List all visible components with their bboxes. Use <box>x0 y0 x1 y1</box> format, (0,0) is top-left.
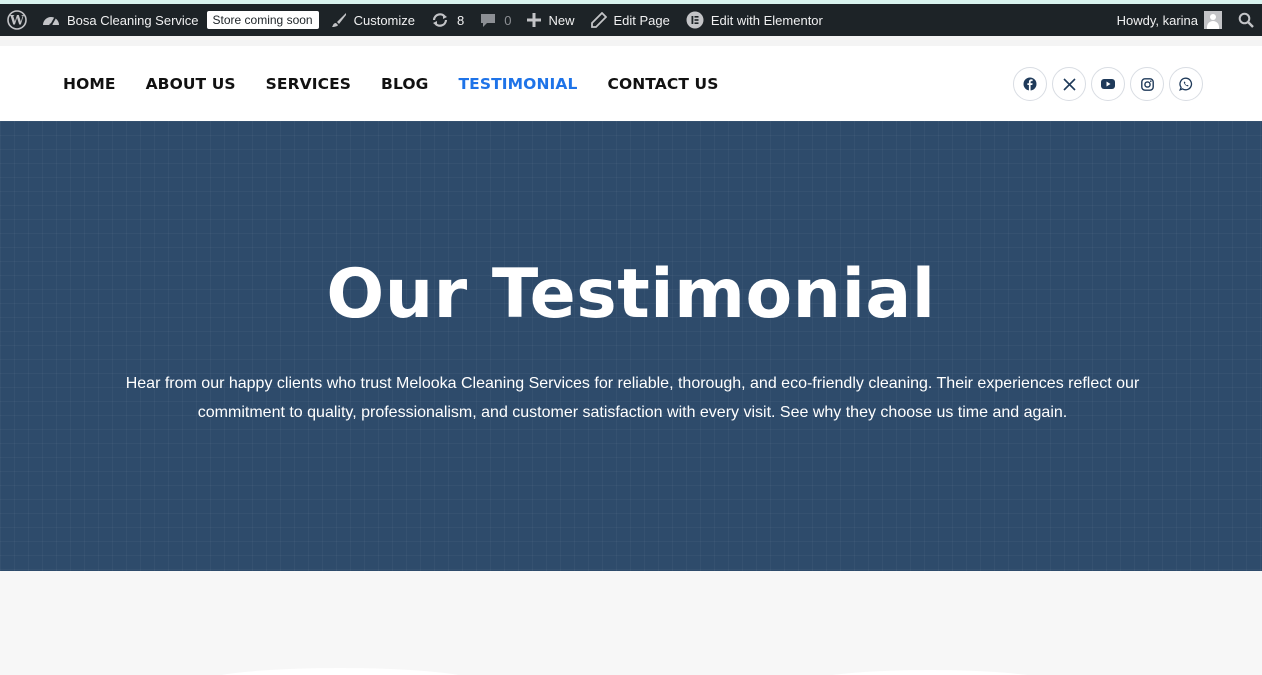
youtube-link[interactable] <box>1091 67 1125 101</box>
comment-bubble-icon <box>481 14 496 27</box>
my-account-menu[interactable]: Howdy, karina <box>1109 4 1230 36</box>
edit-with-elementor-link[interactable]: Edit with Elementor <box>678 4 831 36</box>
comments-count: 0 <box>504 12 512 28</box>
site-header: HOME ABOUT US SERVICES BLOG TESTIMONIAL … <box>0 46 1262 121</box>
pencil-icon <box>590 12 607 28</box>
comments-link[interactable]: 0 <box>472 4 519 36</box>
testimonial-content-area <box>0 571 1262 675</box>
updates-link[interactable]: 8 <box>423 4 472 36</box>
edit-elementor-label: Edit with Elementor <box>710 12 823 28</box>
wordpress-logo-menu[interactable]: W <box>0 4 34 36</box>
decorative-curve <box>200 668 480 675</box>
whatsapp-icon <box>1179 77 1193 91</box>
social-links <box>1008 67 1203 101</box>
customize-link[interactable]: Customize <box>323 4 423 36</box>
x-twitter-link[interactable] <box>1052 67 1086 101</box>
new-label: New <box>548 12 575 28</box>
nav-blog[interactable]: BLOG <box>381 75 428 93</box>
instagram-icon <box>1140 77 1154 91</box>
wordpress-icon: W <box>7 10 27 30</box>
instagram-link[interactable] <box>1130 67 1164 101</box>
site-name-label: Bosa Cleaning Service <box>67 12 199 28</box>
wp-admin-bar: W Bosa Cleaning Service Store coming soo… <box>0 4 1262 36</box>
page-title: Our Testimonial <box>326 255 936 334</box>
nav-contact-us[interactable]: CONTACT US <box>607 75 718 93</box>
nav-home[interactable]: HOME <box>63 75 116 93</box>
updates-count: 8 <box>457 12 465 28</box>
elementor-icon <box>686 11 704 29</box>
site-name-menu[interactable]: Bosa Cleaning Service <box>34 4 207 36</box>
x-icon <box>1062 77 1076 91</box>
hero-description: Hear from our happy clients who trust Me… <box>125 375 1140 421</box>
search-icon <box>1238 12 1254 28</box>
facebook-icon <box>1023 77 1037 91</box>
plus-icon <box>527 13 542 27</box>
store-coming-soon-badge[interactable]: Store coming soon <box>206 11 319 29</box>
new-content-menu[interactable]: New <box>519 4 582 36</box>
whatsapp-link[interactable] <box>1169 67 1203 101</box>
nav-about-us[interactable]: ABOUT US <box>146 75 236 93</box>
svg-text:W: W <box>9 14 25 29</box>
admin-search-button[interactable] <box>1230 4 1262 36</box>
howdy-label: Howdy, karina <box>1116 12 1198 28</box>
testimonial-hero: Our Testimonial Hear from our happy clie… <box>0 121 1262 571</box>
main-navigation: HOME ABOUT US SERVICES BLOG TESTIMONIAL … <box>63 46 748 121</box>
youtube-icon <box>1101 79 1115 89</box>
avatar <box>1204 11 1222 29</box>
paintbrush-icon <box>331 13 346 27</box>
header-gap <box>0 36 1262 46</box>
nav-testimonial[interactable]: TESTIMONIAL <box>458 75 577 93</box>
nav-services[interactable]: SERVICES <box>266 75 351 93</box>
updates-refresh-icon <box>432 13 448 27</box>
facebook-link[interactable] <box>1013 67 1047 101</box>
dashboard-gauge-icon <box>43 17 59 27</box>
decorative-curve <box>800 670 1060 675</box>
customize-label: Customize <box>353 12 416 28</box>
edit-page-link[interactable]: Edit Page <box>583 4 678 36</box>
edit-page-label: Edit Page <box>613 12 670 28</box>
